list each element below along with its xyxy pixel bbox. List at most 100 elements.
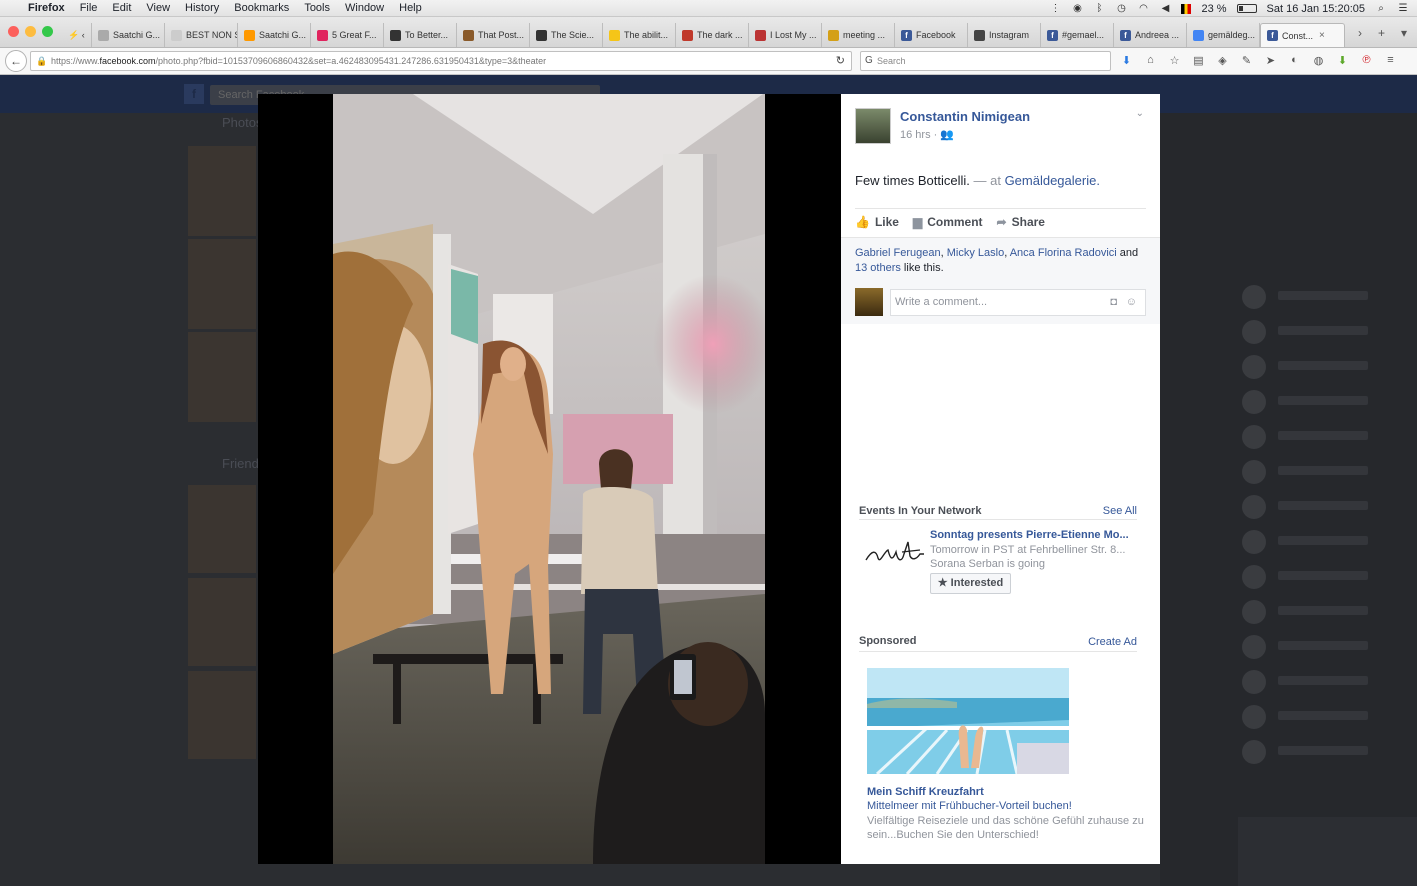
menu-help[interactable]: Help bbox=[399, 2, 422, 14]
send-icon[interactable]: ➤ bbox=[1264, 54, 1277, 67]
tab-list-icon[interactable]: ▾ bbox=[1401, 26, 1407, 40]
downloads-icon[interactable]: ⬇ bbox=[1120, 54, 1133, 67]
search-input[interactable]: G Search bbox=[860, 51, 1111, 71]
back-button[interactable]: ← bbox=[5, 50, 27, 72]
event-title-link[interactable]: Sonntag presents Pierre-Etienne Mo... bbox=[930, 529, 1129, 541]
interested-label: Interested bbox=[950, 577, 1004, 589]
background-contact-row bbox=[1242, 355, 1392, 379]
browser-tab[interactable]: To Better... bbox=[384, 23, 457, 47]
input-language-flag-icon[interactable] bbox=[1181, 3, 1192, 14]
new-tab-icon[interactable]: + bbox=[1378, 26, 1385, 40]
create-ad-link[interactable]: Create Ad bbox=[1088, 636, 1137, 648]
interested-button[interactable]: ★ Interested bbox=[930, 573, 1011, 594]
download-helper-icon[interactable]: ⬇ bbox=[1336, 54, 1349, 67]
events-see-all-link[interactable]: See All bbox=[1103, 505, 1137, 517]
liker-link[interactable]: Anca Florina Radovici bbox=[1010, 247, 1117, 259]
close-tab-icon[interactable]: × bbox=[1319, 30, 1325, 41]
home-icon[interactable]: ⌂ bbox=[1144, 54, 1157, 67]
tab-label: Const... bbox=[1282, 30, 1314, 41]
tools-icon[interactable]: ✎ bbox=[1240, 54, 1253, 67]
author-name-link[interactable]: Constantin Nimigean bbox=[900, 109, 1030, 124]
post-options-chevron-icon[interactable]: ⌄ bbox=[1136, 108, 1144, 119]
bluetooth-icon[interactable]: ᛒ bbox=[1093, 3, 1105, 14]
wifi-icon[interactable]: ◠ bbox=[1137, 3, 1149, 14]
menu-edit[interactable]: Edit bbox=[112, 2, 131, 14]
lock-icon[interactable]: 🔒 bbox=[36, 52, 47, 70]
grid-icon[interactable]: ⋮ bbox=[1049, 3, 1061, 14]
chat-extension-icon[interactable]: ◍ bbox=[1312, 54, 1325, 67]
emoji-icon[interactable]: ☺ bbox=[1126, 290, 1137, 315]
author-avatar[interactable] bbox=[855, 108, 891, 144]
comment-input[interactable]: Write a comment... ◘ ☺ bbox=[890, 289, 1146, 316]
tab-label: The dark ... bbox=[697, 30, 743, 40]
reading-list-icon[interactable]: ▤ bbox=[1192, 54, 1205, 67]
minimize-window-button[interactable] bbox=[25, 26, 36, 37]
like-button[interactable]: 👍 Like bbox=[855, 215, 899, 229]
browser-tab[interactable]: f Andreea ... bbox=[1114, 23, 1187, 47]
post-time-text[interactable]: 16 hrs · bbox=[900, 129, 940, 141]
browser-tab[interactable]: 5 Great F... bbox=[311, 23, 384, 47]
post-photo[interactable] bbox=[333, 94, 765, 864]
reload-icon[interactable]: ↻ bbox=[836, 52, 845, 70]
hamburger-menu-icon[interactable]: ≡ bbox=[1384, 54, 1397, 67]
tab-scroll-left-button[interactable]: ⚡ ‹ bbox=[62, 23, 92, 47]
post-caption: Few times Botticelli. bbox=[855, 173, 970, 188]
menu-app-name[interactable]: Firefox bbox=[28, 2, 65, 14]
tab-scroll-right-icon[interactable]: › bbox=[1358, 26, 1362, 40]
browser-tab-bar: ⚡ ‹ Saatchi G... BEST NON S... Saatchi G..… bbox=[0, 17, 1417, 48]
skype-icon[interactable]: ◉ bbox=[1071, 3, 1083, 14]
camera-icon[interactable]: ◘ bbox=[1110, 290, 1117, 315]
browser-tab[interactable]: gemäldeg... bbox=[1187, 23, 1260, 47]
browser-tab[interactable]: The abilit... bbox=[603, 23, 676, 47]
battery-icon[interactable] bbox=[1236, 4, 1257, 13]
background-contact-name bbox=[1278, 431, 1368, 440]
post-location-link[interactable]: Gemäldegalerie. bbox=[1005, 173, 1100, 188]
event-logo-icon[interactable] bbox=[864, 538, 926, 568]
menu-clock[interactable]: Sat 16 Jan 15:20:05 bbox=[1267, 3, 1365, 15]
time-machine-icon[interactable]: ◷ bbox=[1115, 3, 1127, 14]
background-thumbnail bbox=[188, 239, 256, 329]
extension-icon[interactable]: ◐ bbox=[1288, 54, 1301, 67]
ad-image[interactable] bbox=[867, 668, 1069, 774]
browser-tab[interactable]: The dark ... bbox=[676, 23, 749, 47]
share-button[interactable]: ➦ Share bbox=[997, 215, 1045, 229]
menu-bookmarks[interactable]: Bookmarks bbox=[234, 2, 289, 14]
browser-tab[interactable]: That Post... bbox=[457, 23, 530, 47]
star-icon: ★ bbox=[937, 577, 948, 589]
menu-history[interactable]: History bbox=[185, 2, 219, 14]
menu-file[interactable]: File bbox=[80, 2, 98, 14]
browser-tab[interactable]: meeting ... bbox=[822, 23, 895, 47]
friends-audience-icon[interactable]: 👥 bbox=[940, 129, 954, 141]
liker-link[interactable]: Gabriel Ferugean bbox=[855, 247, 941, 259]
bookmark-star-icon[interactable]: ☆ bbox=[1168, 54, 1181, 67]
notification-center-icon[interactable]: ☰ bbox=[1397, 3, 1409, 14]
browser-tab[interactable]: Saatchi G... bbox=[238, 23, 311, 47]
menu-view[interactable]: View bbox=[146, 2, 170, 14]
browser-tab[interactable]: f #gemael... bbox=[1041, 23, 1114, 47]
pocket-icon[interactable]: ◈ bbox=[1216, 54, 1229, 67]
nyt-icon bbox=[390, 29, 401, 41]
pinterest-icon[interactable]: ℗ bbox=[1360, 54, 1373, 67]
comment-button[interactable]: ▆ Comment bbox=[913, 215, 983, 229]
ad-subtitle-link[interactable]: Mittelmeer mit Frühbucher-Vorteil buchen… bbox=[867, 800, 1072, 812]
browser-tab[interactable]: I Lost My ... bbox=[749, 23, 822, 47]
menu-tools[interactable]: Tools bbox=[304, 2, 330, 14]
browser-tab[interactable]: Saatchi G... bbox=[92, 23, 165, 47]
browser-tab[interactable]: The Scie... bbox=[530, 23, 603, 47]
maximize-window-button[interactable] bbox=[42, 26, 53, 37]
tab-label: Saatchi G... bbox=[259, 30, 307, 40]
menu-window[interactable]: Window bbox=[345, 2, 384, 14]
ad-title-link[interactable]: Mein Schiff Kreuzfahrt bbox=[867, 786, 984, 798]
browser-tab[interactable]: BEST NON S... bbox=[165, 23, 238, 47]
volume-icon[interactable]: ◀ bbox=[1159, 3, 1171, 14]
spotlight-search-icon[interactable]: ⌕ bbox=[1375, 3, 1387, 14]
liker-link[interactable]: Micky Laslo bbox=[947, 247, 1004, 259]
browser-tab[interactable]: Instagram bbox=[968, 23, 1041, 47]
others-likes-link[interactable]: 13 others bbox=[855, 262, 901, 274]
url-bar[interactable]: 🔒 https://www.facebook.com/photo.php?fbi… bbox=[30, 51, 852, 71]
browser-tab[interactable]: f Const... × bbox=[1260, 23, 1345, 47]
search-engine-icon[interactable]: G bbox=[865, 52, 873, 70]
comment-label: Comment bbox=[927, 215, 983, 229]
close-window-button[interactable] bbox=[8, 26, 19, 37]
browser-tab[interactable]: f Facebook bbox=[895, 23, 968, 47]
